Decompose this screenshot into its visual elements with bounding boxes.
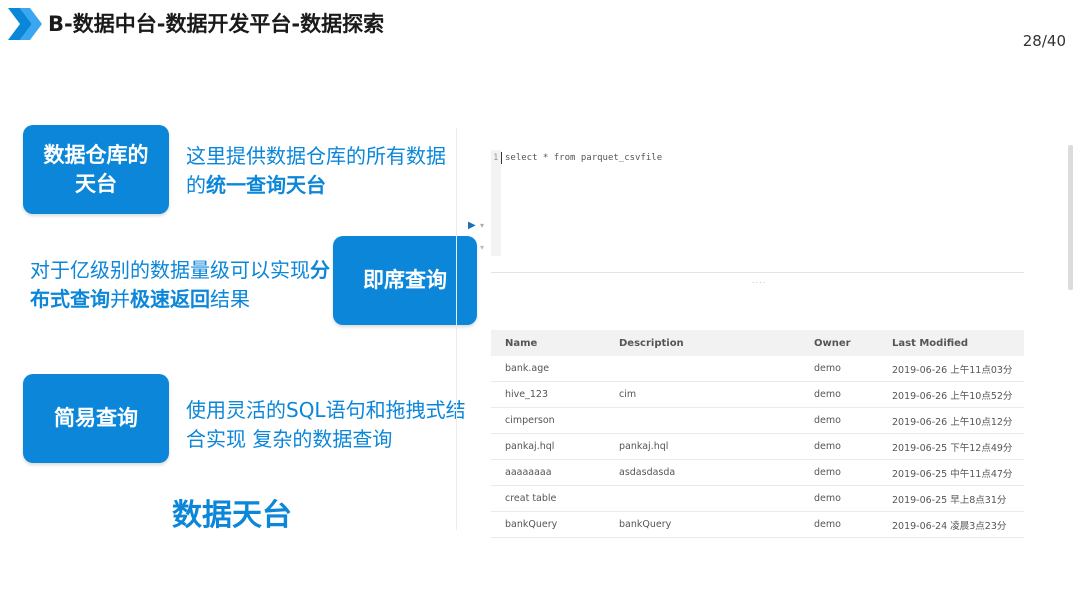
cell-owner: demo	[814, 519, 841, 530]
feature-desc-simple: 使用灵活的SQL语句和拖拽式结合实现 复杂的数据查询	[186, 398, 466, 451]
chevron-down-icon[interactable]: ▾	[480, 243, 484, 252]
cell-owner: demo	[814, 363, 841, 374]
cell-owner: demo	[814, 389, 841, 400]
cell-last-modified: 2019-06-26 上午10点52分	[892, 390, 1013, 402]
feature-badge-simple: 简易查询	[23, 374, 169, 463]
badge-line: 天台	[75, 171, 117, 196]
sql-editor-line[interactable]: select * from parquet_csvfile	[505, 153, 662, 163]
divider	[456, 128, 457, 530]
table-row[interactable]: creat table demo 2019-06-25 早上8点31分	[491, 486, 1024, 512]
cell-last-modified: 2019-06-24 凌晨3点23分	[892, 520, 1007, 532]
cell-name[interactable]: hive_123	[491, 389, 605, 400]
desc-highlight: 极速返回	[130, 287, 210, 311]
cell-description: asdasdasda	[619, 467, 676, 478]
cell-owner: demo	[814, 441, 841, 452]
logo-chevron-icon	[8, 8, 42, 40]
cell-description: pankaj.hql	[619, 441, 669, 452]
badge-line: 数据仓库的	[43, 143, 149, 168]
cell-last-modified: 2019-06-26 上午11点03分	[892, 364, 1013, 376]
page-number: 28/40	[1022, 32, 1066, 50]
cell-last-modified: 2019-06-25 下午12点49分	[892, 442, 1013, 454]
text-cursor	[501, 152, 502, 164]
cell-name[interactable]: bank.age	[491, 363, 605, 374]
cell-name[interactable]: cimperson	[491, 415, 605, 426]
table-row[interactable]: bankQuery bankQuery demo 2019-06-24 凌晨3点…	[491, 512, 1024, 538]
cell-description: bankQuery	[619, 519, 672, 530]
cell-last-modified: 2019-06-25 早上8点31分	[892, 494, 1007, 506]
desc-text: 并	[110, 287, 130, 311]
cell-name[interactable]: aaaaaaaa	[491, 467, 605, 478]
cell-owner: demo	[814, 467, 841, 478]
desc-text: 对于亿级别的数据量级可以实现	[30, 258, 310, 282]
footer-title: 数据天台	[172, 498, 292, 533]
col-header-last-modified[interactable]: Last Modified	[878, 338, 1024, 349]
editor-gutter	[491, 150, 501, 256]
play-icon[interactable]: ▶	[468, 220, 476, 231]
cell-name[interactable]: pankaj.hql	[491, 441, 605, 452]
cell-name[interactable]: creat table	[491, 493, 605, 504]
chevron-down-icon[interactable]: ▾	[480, 221, 484, 230]
resize-handle[interactable]: ....	[752, 276, 766, 285]
cell-owner: demo	[814, 415, 841, 426]
desc-highlight: 统一查询天台	[206, 173, 326, 197]
cell-owner: demo	[814, 493, 841, 504]
desc-text: 结果	[210, 287, 250, 311]
results-table: Name Description Owner Last Modified ban…	[491, 330, 1024, 538]
cell-last-modified: 2019-06-25 中午11点47分	[892, 468, 1013, 480]
table-row[interactable]: cimperson demo 2019-06-26 上午10点12分	[491, 408, 1024, 434]
cell-last-modified: 2019-06-26 上午10点12分	[892, 416, 1013, 428]
editor-divider	[491, 272, 1024, 273]
scrollbar[interactable]	[1068, 145, 1073, 290]
feature-badge-warehouse: 数据仓库的 天台	[23, 125, 169, 214]
table-row[interactable]: aaaaaaaa asdasdasda demo 2019-06-25 中午11…	[491, 460, 1024, 486]
line-number: 1	[493, 153, 499, 163]
table-header: Name Description Owner Last Modified	[491, 330, 1024, 356]
slide-title: B-数据中台-数据开发平台-数据探索	[48, 12, 385, 36]
table-row[interactable]: hive_123 cim demo 2019-06-26 上午10点52分	[491, 382, 1024, 408]
col-header-description[interactable]: Description	[605, 338, 800, 349]
feature-desc-warehouse: 这里提供数据仓库的所有数据的统一查询天台	[186, 142, 461, 200]
cell-name[interactable]: bankQuery	[491, 519, 605, 530]
col-header-owner[interactable]: Owner	[800, 338, 878, 349]
cell-description: cim	[619, 389, 637, 400]
col-header-name[interactable]: Name	[491, 338, 605, 349]
table-row[interactable]: pankaj.hql pankaj.hql demo 2019-06-25 下午…	[491, 434, 1024, 460]
table-row[interactable]: bank.age demo 2019-06-26 上午11点03分	[491, 356, 1024, 382]
feature-desc-adhoc: 对于亿级别的数据量级可以实现分布式查询并极速返回结果	[30, 256, 330, 314]
